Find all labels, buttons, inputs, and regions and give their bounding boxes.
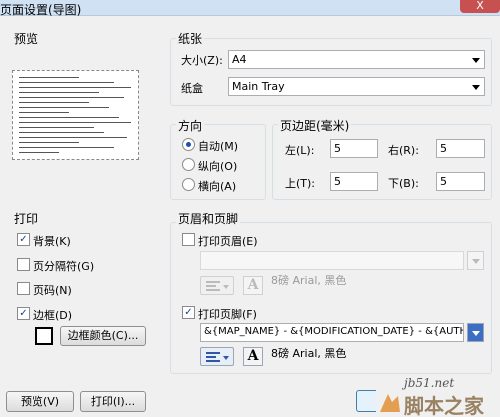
orientation-landscape-label[interactable]: 横向(A) xyxy=(198,178,236,194)
margin-right-label: 右(R): xyxy=(388,144,419,157)
print-footer-label[interactable]: 打印页脚(F) xyxy=(198,306,257,322)
footer-insert-dropdown[interactable] xyxy=(467,323,484,342)
watermark-brand: 脚本之家 xyxy=(404,394,484,417)
chevron-down-icon xyxy=(223,356,229,360)
page-number-label[interactable]: 页码(N) xyxy=(33,282,72,298)
border-checkbox[interactable]: ✓ xyxy=(17,307,30,320)
margin-left-input[interactable]: 5 xyxy=(330,139,378,158)
align-left-icon xyxy=(206,352,220,362)
header-insert-dropdown[interactable] xyxy=(467,251,484,270)
header-font-info: 8磅 Arial, 黑色 xyxy=(271,274,347,287)
margin-left-label: 左(L): xyxy=(285,144,315,157)
background-label[interactable]: 背景(K) xyxy=(33,233,71,249)
orientation-auto-label[interactable]: 自动(M) xyxy=(198,138,238,154)
watermark-logo-icon xyxy=(378,392,402,414)
margin-top-label: 上(T): xyxy=(285,177,316,190)
chevron-down-icon xyxy=(223,285,229,289)
border-label[interactable]: 边框(D) xyxy=(33,307,72,323)
paper-size-select[interactable]: A4 xyxy=(228,50,485,69)
header-font-button[interactable]: A xyxy=(243,276,263,295)
page-separator-label[interactable]: 页分隔符(G) xyxy=(33,258,94,274)
print-header-checkbox[interactable] xyxy=(182,233,195,246)
orientation-portrait-label[interactable]: 纵向(O) xyxy=(198,158,237,174)
watermark-site: jb51.net xyxy=(404,376,455,390)
orientation-landscape-radio[interactable] xyxy=(182,178,195,191)
orientation-portrait-radio[interactable] xyxy=(182,158,195,171)
window-title: 页面设置(导图) xyxy=(0,3,82,17)
footer-font-button[interactable]: A xyxy=(243,347,263,366)
print-button[interactable]: 打印(I)... xyxy=(80,391,146,412)
orientation-auto-radio[interactable] xyxy=(182,138,195,151)
preview-thumbnail xyxy=(12,70,139,160)
chevron-down-icon xyxy=(472,85,480,90)
header-footer-label: 页眉和页脚 xyxy=(176,210,241,227)
margin-right-input[interactable]: 5 xyxy=(436,139,485,158)
page-separator-checkbox[interactable] xyxy=(17,258,30,271)
border-color-button[interactable]: 边框颜色(C)... xyxy=(60,326,146,346)
print-header-label[interactable]: 打印页眉(E) xyxy=(198,233,258,249)
paper-size-value: A4 xyxy=(232,53,247,66)
footer-align-button[interactable] xyxy=(200,347,234,366)
partial-button[interactable] xyxy=(356,390,376,412)
close-button[interactable]: X xyxy=(460,0,500,13)
print-label: 打印 xyxy=(12,210,41,227)
paper-label: 纸张 xyxy=(176,30,205,47)
paper-tray-label: 纸盒 xyxy=(181,82,203,95)
margin-top-input[interactable]: 5 xyxy=(330,172,378,191)
footer-font-info: 8磅 Arial, 黑色 xyxy=(271,347,347,360)
align-left-icon xyxy=(206,281,220,291)
border-color-swatch[interactable] xyxy=(35,327,53,345)
orientation-label: 方向 xyxy=(176,117,205,134)
paper-size-label: 大小(Z): xyxy=(181,54,223,67)
margin-bottom-input[interactable]: 5 xyxy=(436,172,485,191)
header-text-input[interactable] xyxy=(200,251,464,270)
margin-bottom-label: 下(B): xyxy=(388,177,419,190)
background-checkbox[interactable]: ✓ xyxy=(17,233,30,246)
paper-tray-value: Main Tray xyxy=(232,80,285,93)
chevron-down-icon xyxy=(472,58,480,63)
header-align-button[interactable] xyxy=(200,276,234,295)
preview-button[interactable]: 预览(V) xyxy=(6,391,74,412)
page-number-checkbox[interactable] xyxy=(17,282,30,295)
paper-tray-select[interactable]: Main Tray xyxy=(228,77,485,96)
footer-text-input[interactable]: &{MAP_NAME} - &{MODIFICATION_DATE} - &{A… xyxy=(200,323,464,342)
preview-label: 预览 xyxy=(12,30,41,47)
margins-label: 页边距(毫米) xyxy=(278,117,352,134)
print-footer-checkbox[interactable]: ✓ xyxy=(182,306,195,319)
